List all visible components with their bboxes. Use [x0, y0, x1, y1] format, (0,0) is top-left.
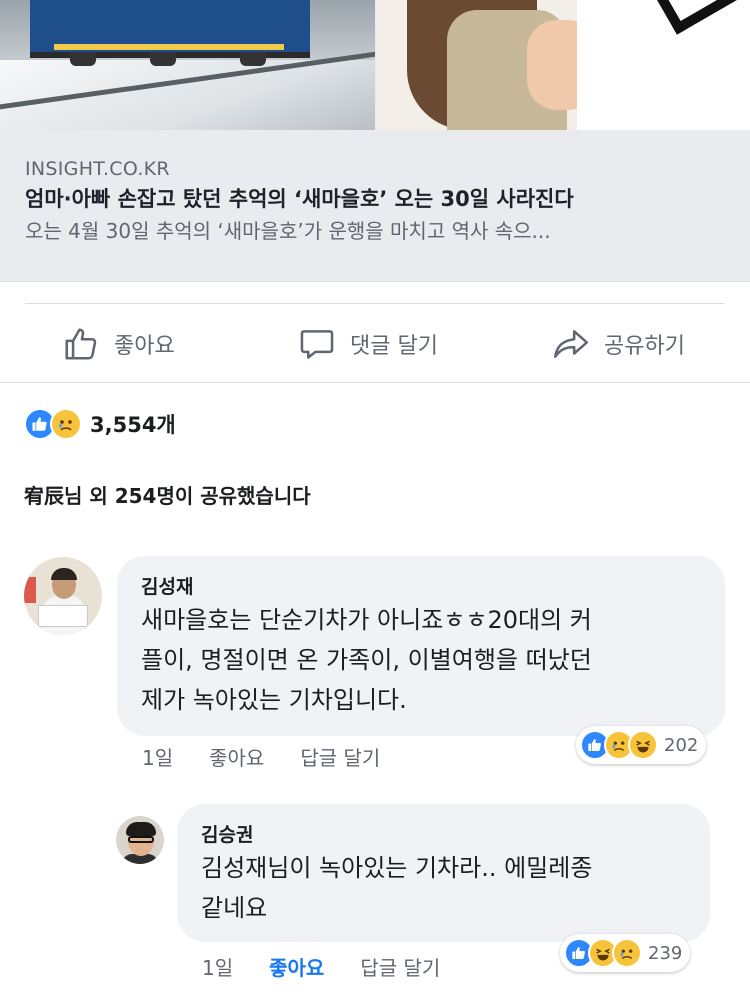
post-reactions-summary[interactable]: 3,554개: [24, 406, 176, 442]
link-preview-card[interactable]: INSIGHT.CO.KR 엄마·아빠 손잡고 탔던 추억의 ‘새마을호’ 오는…: [0, 0, 750, 282]
divider: [0, 382, 750, 383]
comment-time: 1일: [202, 956, 234, 980]
link-preview-images: [0, 0, 750, 130]
link-description: 오는 4월 30일 추억의 ‘새마을호’가 운행을 마치고 역사 속으...: [25, 219, 551, 243]
comment-reaction-count: 202: [664, 734, 699, 756]
comment-meta: 1일 좋아요 답글 달기: [202, 952, 476, 981]
comment-bubble-icon: [300, 330, 334, 359]
comment-reply-button[interactable]: 답글 달기: [360, 952, 440, 981]
comment-time: 1일: [142, 746, 174, 770]
comment-reply-button[interactable]: 답글 달기: [300, 742, 380, 771]
comment-author[interactable]: 김성재: [141, 572, 193, 599]
shared-by-text[interactable]: 宥辰님 외 254명이 공유했습니다: [24, 480, 311, 509]
like-label: 좋아요: [114, 334, 175, 359]
comment-reaction-count: 239: [648, 942, 683, 964]
sad-icon: [50, 408, 82, 440]
comment-bubble: 김승권 김성재님이 녹아있는 기차라.. 에밀레종 같네요: [177, 804, 710, 942]
share-label: 공유하기: [604, 334, 685, 359]
comment-like-button[interactable]: 좋아요: [209, 742, 264, 771]
comment-text: 새마을호는 단순기차가 아니죠ㅎㅎ20대의 커 플이, 명절이면 온 가족이, …: [141, 606, 592, 714]
comment-button[interactable]: 댓글 달기: [298, 324, 438, 364]
comment-meta: 1일 좋아요 답글 달기: [142, 742, 416, 771]
like-button[interactable]: 좋아요: [62, 324, 175, 364]
comment-text: 김성재님이 녹아있는 기차라.. 에밀레종 같네요: [201, 854, 593, 922]
reaction-count: 3,554개: [90, 413, 176, 437]
comment-author[interactable]: 김승권: [201, 820, 253, 847]
haha-icon: [628, 730, 658, 760]
avatar[interactable]: [24, 557, 102, 635]
post-action-bar: 좋아요 댓글 달기 공유하기: [0, 304, 750, 382]
couple-photo: [377, 0, 750, 130]
link-domain: INSIGHT.CO.KR: [25, 158, 170, 180]
comment-reaction-pill[interactable]: 202: [576, 726, 707, 764]
comment-like-button[interactable]: 좋아요: [269, 952, 324, 981]
share-button[interactable]: 공유하기: [552, 324, 685, 364]
comment-label: 댓글 달기: [350, 334, 438, 359]
avatar[interactable]: [116, 816, 164, 864]
train-photo: [0, 0, 375, 130]
comment-reaction-pill[interactable]: 239: [560, 934, 691, 972]
comment-bubble: 김성재 새마을호는 단순기차가 아니죠ㅎㅎ20대의 커 플이, 명절이면 온 가…: [117, 556, 725, 736]
sad-icon: [612, 938, 642, 968]
share-arrow-icon: [553, 330, 589, 358]
thumbs-up-icon: [65, 328, 97, 360]
link-title[interactable]: 엄마·아빠 손잡고 탔던 추억의 ‘새마을호’ 오는 30일 사라진다: [25, 182, 725, 216]
